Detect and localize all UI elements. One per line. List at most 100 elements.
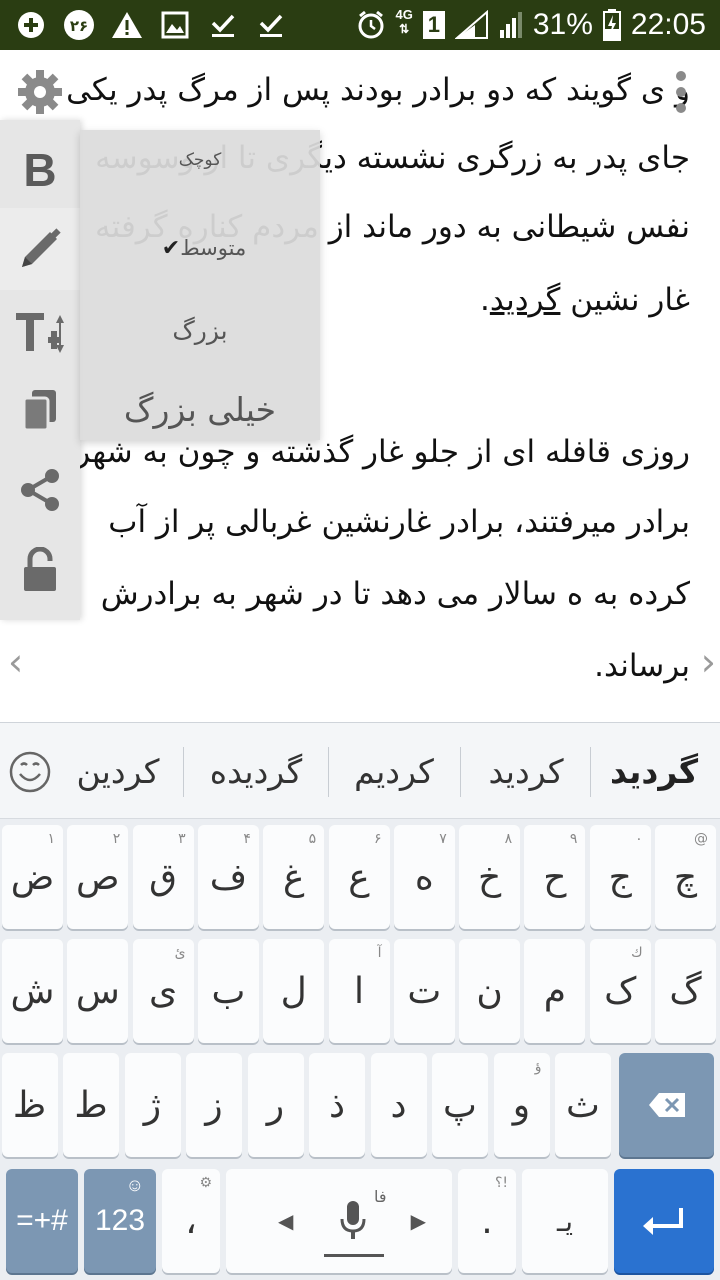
prev-page-arrow[interactable]: ‹: [8, 640, 23, 684]
comma-key[interactable]: ⚙ ،: [162, 1169, 220, 1273]
emoji-hint-icon: ☺: [125, 1175, 144, 1195]
language-label: فا: [374, 1187, 387, 1206]
key-label: خ: [477, 856, 502, 898]
key[interactable]: م: [524, 939, 586, 1043]
key[interactable]: ح۹: [524, 825, 586, 929]
font-size-option-medium[interactable]: متوسط✔: [80, 236, 320, 261]
key-hint: آ: [377, 945, 382, 961]
misspelled-word[interactable]: گردید: [490, 282, 561, 318]
numbers-key[interactable]: ☺ 123: [84, 1169, 156, 1273]
bold-button[interactable]: B: [0, 130, 80, 210]
text-size-icon: [16, 313, 64, 353]
pencil-button[interactable]: [0, 208, 80, 290]
key[interactable]: ث: [555, 1053, 611, 1157]
zwnj-key[interactable]: یـ: [522, 1169, 608, 1273]
key-label: گ: [669, 970, 702, 1012]
key[interactable]: ه۷: [393, 825, 455, 929]
suggestion-item[interactable]: کردین: [62, 741, 174, 801]
check-icon: ✔: [161, 236, 181, 261]
warning-icon: [110, 8, 144, 42]
key[interactable]: ر: [247, 1053, 304, 1157]
key-label: ب: [211, 970, 246, 1012]
overflow-menu-icon[interactable]: [675, 68, 687, 116]
text-line: برادر میرفتند، برادر غارنشین غربالی پر ا…: [108, 504, 690, 540]
enter-key[interactable]: [614, 1169, 714, 1273]
key[interactable]: ژ: [124, 1053, 181, 1157]
backspace-key[interactable]: [619, 1053, 714, 1157]
period-key[interactable]: ؟! .: [458, 1169, 516, 1273]
key[interactable]: ز: [186, 1053, 242, 1157]
key[interactable]: ش: [2, 939, 63, 1043]
key[interactable]: ص۲: [67, 825, 129, 929]
backspace-icon: [648, 1093, 685, 1117]
key[interactable]: چ @: [655, 825, 716, 929]
microphone-icon: [340, 1201, 366, 1239]
key[interactable]: س: [67, 939, 129, 1043]
key[interactable]: ت: [393, 939, 455, 1043]
option-label: کوچک: [178, 150, 222, 170]
numbers-label: 123: [94, 1204, 146, 1237]
share-button[interactable]: [0, 450, 80, 530]
option-label: بزرگ: [172, 316, 228, 345]
key-label: ض: [10, 856, 55, 898]
symbols-key[interactable]: =+#: [6, 1169, 78, 1273]
key[interactable]: وؤ: [493, 1053, 550, 1157]
key[interactable]: یئ: [132, 939, 194, 1043]
key[interactable]: ب: [197, 939, 259, 1043]
key[interactable]: ض۱: [2, 825, 63, 929]
font-size-option-large[interactable]: بزرگ: [80, 316, 320, 345]
key-hint: @: [694, 831, 708, 847]
key-hint: ۵: [308, 831, 317, 847]
download-done-icon: [206, 8, 240, 42]
text-line: کرده به ه سالار می دهد تا در شهر به براد…: [100, 576, 690, 612]
key[interactable]: خ۸: [459, 825, 521, 929]
text-size-button[interactable]: [0, 292, 80, 372]
key[interactable]: گ: [655, 939, 716, 1043]
key[interactable]: ط: [63, 1053, 119, 1157]
suggestion-primary[interactable]: گردید: [595, 741, 713, 801]
key[interactable]: ق۳: [132, 825, 194, 929]
space-key[interactable]: ◀ ▶ فا: [226, 1169, 452, 1273]
key[interactable]: ذ: [309, 1053, 365, 1157]
key[interactable]: ف۴: [197, 825, 259, 929]
font-size-option-xlarge[interactable]: خیلی بزرگ: [80, 390, 320, 429]
key-label: ز: [205, 1084, 223, 1126]
gear-icon[interactable]: [16, 68, 64, 116]
key[interactable]: اآ: [328, 939, 390, 1043]
key[interactable]: غ۵: [263, 825, 325, 929]
font-size-menu: کوچک متوسط✔ بزرگ خیلی بزرگ: [80, 130, 320, 440]
key-label: ج: [608, 856, 632, 898]
suggestion-item[interactable]: گردیده: [190, 741, 322, 801]
pencil-icon: [22, 228, 61, 267]
suggestion-item[interactable]: کردید: [466, 741, 586, 801]
key-label: ط: [74, 1084, 108, 1126]
key[interactable]: ظ: [1, 1053, 58, 1157]
next-page-arrow[interactable]: ›: [701, 640, 716, 684]
key[interactable]: ج۰: [589, 825, 651, 929]
copy-button[interactable]: [0, 370, 80, 450]
key[interactable]: کك: [589, 939, 651, 1043]
suggestion-item[interactable]: کردیم: [334, 741, 454, 801]
unlock-button[interactable]: [0, 530, 80, 610]
key[interactable]: ل: [263, 939, 325, 1043]
key-label: ی: [149, 970, 178, 1012]
text-fragment: .: [479, 282, 490, 318]
font-size-option-small[interactable]: کوچک: [80, 150, 320, 170]
enter-icon: [643, 1208, 683, 1235]
comma-label: ،: [185, 1200, 197, 1242]
key[interactable]: د: [370, 1053, 427, 1157]
suggestion-divider: [590, 747, 591, 797]
soft-keyboard: گردید کردید کردیم گردیده کردین چ @ ج ۰ ح ۹ خ ۸ ه…: [0, 722, 720, 1280]
copy-icon: [22, 390, 56, 432]
text-line: برساند.: [594, 648, 690, 684]
suggestion-divider: [328, 747, 329, 797]
smiley-icon[interactable]: [8, 750, 52, 794]
option-label: متوسط: [180, 236, 247, 260]
key[interactable]: ع۶: [328, 825, 390, 929]
key-hint: ؤ: [534, 1059, 542, 1075]
key[interactable]: ن: [459, 939, 521, 1043]
key[interactable]: پ: [432, 1053, 488, 1157]
share-icon: [21, 469, 59, 511]
unlock-icon: [24, 547, 56, 591]
key-label: ل: [280, 970, 307, 1012]
